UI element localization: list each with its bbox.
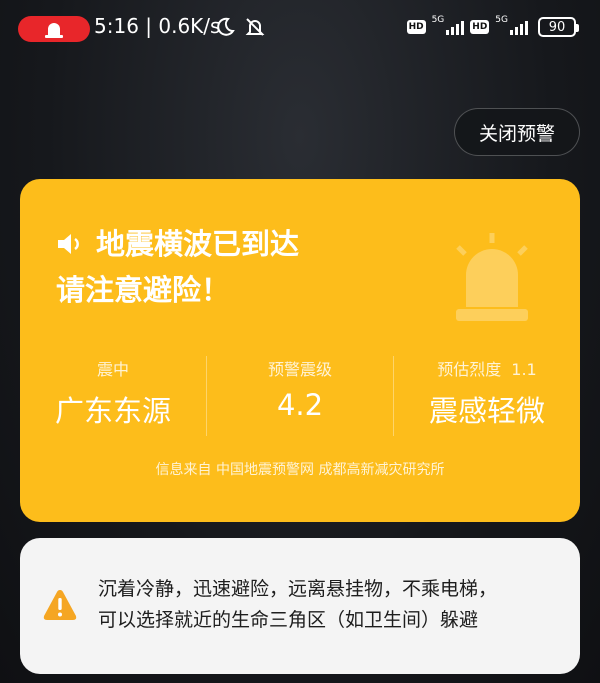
epicenter-stat: 震中 广东东源 <box>20 356 206 436</box>
siren-icon <box>45 23 63 38</box>
network-type: 5G <box>495 15 508 25</box>
safety-advice-card: 沉着冷静，迅速避险，远离悬挂物，不乘电梯， 可以选择就近的生命三角区（如卫生间）… <box>20 538 580 674</box>
hd-badge: HD <box>406 20 426 34</box>
quake-stats: 震中 广东东源 预警震级 4.2 预估烈度 1.1 震感轻微 <box>20 356 580 436</box>
battery-level: 90 <box>548 19 566 35</box>
epicenter-label: 震中 <box>96 360 129 379</box>
moon-icon <box>217 17 235 36</box>
intensity-label-row: 预估烈度 1.1 <box>437 356 536 382</box>
headline-line1: 地震横波已到达 <box>96 227 300 261</box>
advice-line1: 沉着冷静，迅速避险，远离悬挂物，不乘电梯， <box>98 578 498 600</box>
headline: 地震横波已到达 请注意避险！ <box>56 221 299 313</box>
magnitude-stat: 预警震级 4.2 <box>206 356 393 436</box>
earthquake-warning-card: 地震横波已到达 请注意避险！ 震中 广东东源 预警震级 4.2 预估烈度 1.1 … <box>20 179 580 522</box>
intensity-value: 震感轻微 <box>428 394 545 428</box>
intensity-label: 预估烈度 <box>437 360 502 379</box>
signal-icon <box>446 19 465 35</box>
source-info: 信息来自 中国地震预警网 成都高新减灾研究所 <box>155 462 445 478</box>
time-and-speed: 5:16 | 0.6K/s <box>94 14 221 38</box>
advice-line2: 可以选择就近的生命三角区（如卫生间）躲避 <box>98 609 479 631</box>
safety-advice-text: 沉着冷静，迅速避险，远离悬挂物，不乘电梯， 可以选择就近的生命三角区（如卫生间）… <box>98 574 568 636</box>
network-type: 5G <box>431 15 445 25</box>
alert-pill[interactable] <box>18 16 90 42</box>
warning-icon <box>43 590 77 620</box>
speaker-icon[interactable] <box>56 231 86 257</box>
epicenter-value: 广东东源 <box>54 394 171 428</box>
bell-off-icon <box>245 18 265 36</box>
signal-icon <box>510 19 528 35</box>
magnitude-value: 4.2 <box>276 388 324 422</box>
hd-badge: HD <box>470 20 490 34</box>
status-bar: 5:16 | 0.6K/s HD 5G HD 5G 90 <box>0 0 600 56</box>
magnitude-label: 预警震级 <box>267 360 332 379</box>
battery-icon: 90 <box>538 17 579 37</box>
intensity-stat: 预估烈度 1.1 震感轻微 <box>393 356 580 436</box>
headline-line2: 请注意避险！ <box>56 273 231 307</box>
close-alert-button[interactable]: 关闭预警 <box>454 108 580 156</box>
siren-icon <box>456 233 528 321</box>
intensity-number: 1.1 <box>511 360 537 379</box>
